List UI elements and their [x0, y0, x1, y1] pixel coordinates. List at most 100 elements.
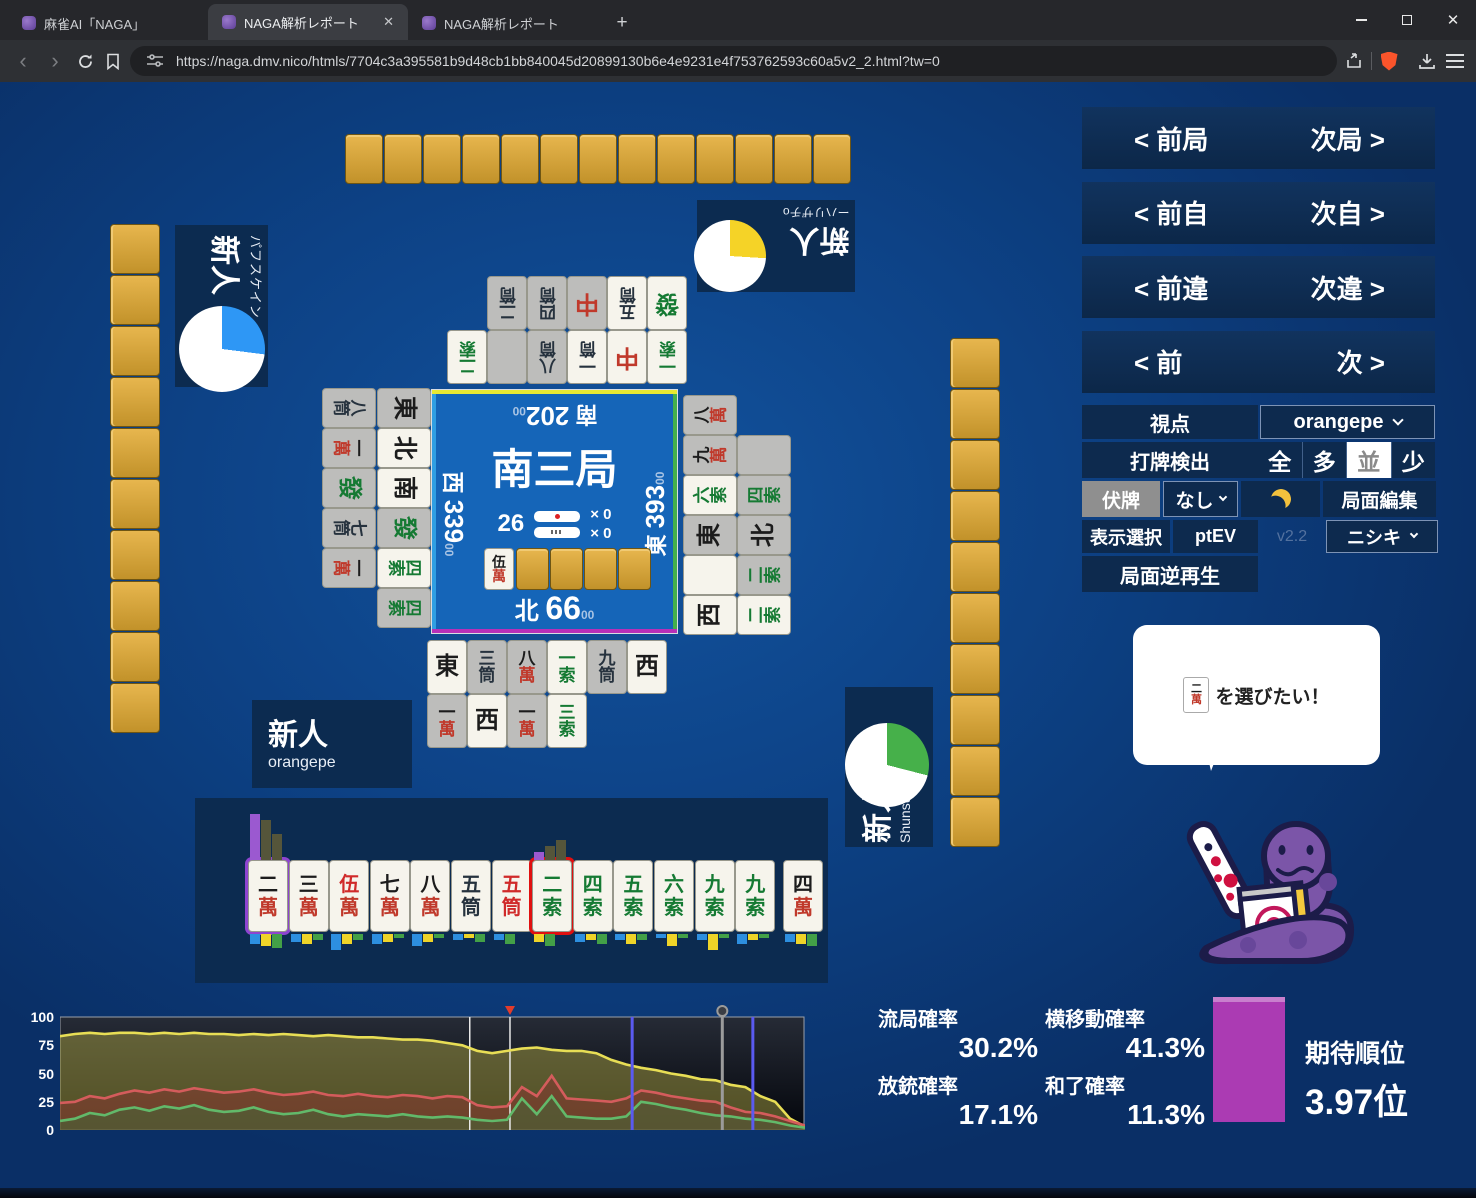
tiles-remaining: 26 [498, 510, 525, 538]
dahai-option-4[interactable]: 少 [1391, 442, 1436, 478]
recommendation-bar [291, 934, 301, 942]
recommendation-bar [626, 934, 636, 944]
close-tab-icon[interactable]: ✕ [383, 14, 394, 30]
close-button[interactable]: ✕ [1430, 0, 1476, 40]
fusehai-button[interactable]: 伏牌 [1082, 481, 1160, 517]
next-button[interactable]: 次局 > [1260, 107, 1436, 169]
hand-tile[interactable]: 四索 [573, 860, 613, 932]
tab-report-active[interactable]: NAGA解析レポート ✕ [208, 4, 408, 40]
riichi-count: × 0 [590, 506, 611, 523]
y-axis-tick: 50 [26, 1066, 54, 1082]
mascot-speech-bubble: 二 萬 を選びたい！ [1133, 625, 1380, 765]
discards-self-row2: 一萬西一萬三索 [427, 694, 587, 748]
model-select[interactable]: ニシキ [1326, 520, 1438, 553]
toolbar-divider [1371, 52, 1372, 70]
recommendation-bar [667, 934, 677, 946]
hand-tile[interactable]: 七萬 [370, 860, 410, 932]
recommendation-bar [250, 814, 260, 860]
reload-icon[interactable] [74, 50, 96, 72]
hand-tile[interactable]: 五筒 [451, 860, 491, 932]
wall-tile [950, 746, 1000, 796]
mahjong-tile: 五筒 [607, 276, 647, 330]
wall-tile [110, 326, 160, 376]
recommendation-bar [342, 934, 352, 944]
tab-naga-home[interactable]: 麻雀AI「NAGA」 [8, 6, 208, 40]
next-button[interactable]: 次自 > [1260, 182, 1436, 244]
hand-tile[interactable]: 六索 [654, 860, 694, 932]
player-pie-toimen [694, 220, 766, 292]
mahjong-tile [487, 330, 527, 384]
dahai-option-3[interactable]: 並 [1346, 442, 1391, 478]
discards-west-col2: 八筒一萬發七筒一萬 [322, 388, 376, 588]
mahjong-tile [737, 435, 791, 475]
mahjong-tile: 一萬 [507, 694, 547, 748]
mahjong-tile: 八萬 [683, 395, 737, 435]
recommendation-bar [586, 934, 596, 940]
prev-button[interactable]: < 前局 [1082, 107, 1260, 169]
prev-button[interactable]: < 前 [1082, 331, 1260, 393]
menu-icon[interactable] [1444, 50, 1466, 72]
reverse-play-button[interactable]: 局面逆再生 [1082, 556, 1258, 592]
prev-button[interactable]: < 前自 [1082, 182, 1260, 244]
display-select-button[interactable]: 表示選択 [1082, 520, 1170, 553]
speech-text: を選びたい！ [1215, 682, 1329, 709]
hand-tile[interactable]: 八萬 [410, 860, 450, 932]
download-icon[interactable] [1416, 50, 1438, 72]
hand-tile[interactable]: 三萬 [289, 860, 329, 932]
recommendation-bar [545, 846, 555, 860]
hand-tile[interactable]: 九索 [735, 860, 775, 932]
stat-ryukyoku: 流局確率30.2% [878, 1003, 1038, 1064]
next-button[interactable]: 次違 > [1260, 256, 1436, 318]
share-icon[interactable] [1343, 50, 1365, 72]
drawn-tile[interactable]: 四萬 [783, 860, 823, 932]
mahjong-tile: 二索 [447, 330, 487, 384]
board-edit-button[interactable]: 局面編集 [1323, 481, 1436, 517]
recommendation-bar [383, 934, 393, 942]
hand-tile[interactable]: 伍萬 [329, 860, 369, 932]
recommendation-bar [423, 934, 433, 942]
url-bar[interactable]: https://naga.dmv.nico/htmls/7704c3a39558… [130, 46, 1337, 76]
hand-tile[interactable]: 二萬 [248, 860, 288, 932]
recommendation-bar [353, 934, 363, 940]
next-button[interactable]: 次 > [1260, 331, 1436, 393]
dora-back-tile [550, 548, 583, 590]
chevron-down-icon [1392, 414, 1403, 425]
recommendation-bar [719, 934, 729, 938]
player-rank: 新人 [783, 221, 849, 265]
viewpoint-select[interactable]: orangepe [1260, 405, 1435, 439]
site-settings-icon[interactable] [144, 50, 166, 72]
tab-report-2[interactable]: NAGA解析レポート [408, 6, 608, 40]
y-axis-tick: 25 [26, 1094, 54, 1110]
chevron-down-icon [1410, 530, 1418, 538]
mahjong-tile: 四索 [377, 588, 431, 628]
brave-shield-icon[interactable] [1378, 50, 1400, 72]
dora-back-tile [516, 548, 549, 590]
tab-title: 麻雀AI「NAGA」 [44, 14, 145, 33]
back-icon[interactable]: ‹ [10, 50, 36, 72]
ptev-button[interactable]: ptEV [1173, 520, 1258, 553]
forward-icon[interactable]: › [42, 50, 68, 72]
dahai-option-2[interactable]: 多 [1302, 442, 1347, 478]
hand-tile[interactable]: 五筒 [492, 860, 532, 932]
mahjong-tile: 二筒 [487, 276, 527, 330]
night-mode-button[interactable] [1241, 481, 1320, 517]
naga-favicon [22, 16, 36, 30]
riichi-count: × 0 [590, 525, 611, 542]
hand-tile[interactable]: 五索 [613, 860, 653, 932]
taskbar-sliver [0, 1188, 1476, 1198]
new-tab-button[interactable]: + [608, 9, 636, 37]
hand-tile[interactable]: 九索 [695, 860, 735, 932]
prev-button[interactable]: < 前違 [1082, 256, 1260, 318]
mahjong-tile [683, 555, 737, 595]
stat-agari: 和了確率11.3% [1045, 1070, 1205, 1131]
minimize-button[interactable] [1338, 0, 1384, 40]
hand-tile[interactable]: 二索 [532, 860, 572, 932]
fusehai-select[interactable]: なし [1163, 481, 1238, 517]
mahjong-tile: 東 [683, 515, 737, 555]
dahai-segmented-control: 全多並少 [1258, 442, 1435, 478]
maximize-button[interactable] [1384, 0, 1430, 40]
dahai-option-1[interactable]: 全 [1258, 442, 1302, 478]
recommendation-bar [708, 934, 718, 950]
bookmark-icon[interactable] [102, 50, 124, 72]
wall-tile [950, 338, 1000, 388]
